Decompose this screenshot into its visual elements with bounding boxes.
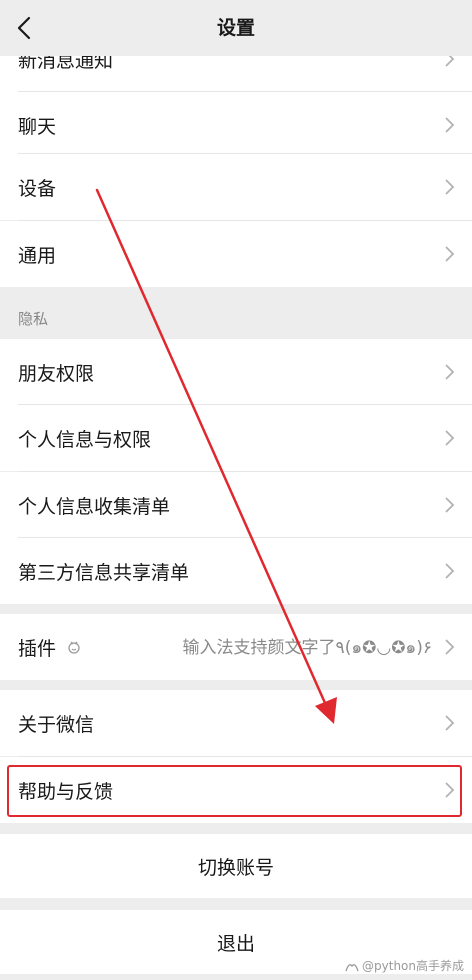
settings-item-label: 朋友权限 bbox=[18, 362, 95, 385]
settings-item-label: 个人信息与权限 bbox=[18, 428, 152, 451]
settings-item-chat[interactable]: 聊天 bbox=[0, 92, 472, 158]
watermark-text: @python高手养成 bbox=[362, 959, 464, 973]
chevron-right-icon bbox=[445, 246, 455, 262]
settings-item-friend-permissions[interactable]: 朋友权限 bbox=[0, 339, 472, 405]
settings-item-personal-info-collection[interactable]: 个人信息收集清单 bbox=[0, 472, 472, 538]
settings-item-label: 通用 bbox=[18, 244, 57, 267]
chevron-right-icon bbox=[445, 497, 455, 513]
settings-item-label: 帮助与反馈 bbox=[18, 780, 114, 803]
chevron-right-icon bbox=[445, 179, 455, 195]
chevron-right-icon bbox=[445, 715, 455, 731]
settings-item-label: 第三方信息共享清单 bbox=[18, 561, 190, 584]
settings-item-label: 关于微信 bbox=[18, 713, 95, 736]
navigation-bar: 设置 bbox=[0, 0, 472, 56]
plugin-icon bbox=[68, 641, 80, 654]
settings-item-help-feedback[interactable]: 帮助与反馈 bbox=[0, 757, 472, 823]
section-header-label: 隐私 bbox=[18, 310, 49, 328]
section-header-privacy: 隐私 bbox=[0, 287, 472, 339]
watermark: @python高手养成 bbox=[345, 957, 464, 974]
page-title: 设置 bbox=[216, 17, 255, 39]
logout-label: 退出 bbox=[216, 932, 255, 955]
settings-item-personal-info-permissions[interactable]: 个人信息与权限 bbox=[0, 405, 472, 471]
settings-item-devices[interactable]: 设备 bbox=[0, 154, 472, 220]
plugins-status-text: 输入法支持颜文字了٩(๑✪◡✪๑)۶ bbox=[182, 638, 432, 658]
chevron-right-icon bbox=[445, 782, 455, 798]
settings-item-plugins[interactable]: 插件 输入法支持颜文字了٩(๑✪◡✪๑)۶ bbox=[0, 614, 472, 680]
settings-item-general[interactable]: 通用 bbox=[0, 221, 472, 287]
settings-item-label: 聊天 bbox=[18, 115, 57, 138]
settings-item-label: 个人信息收集清单 bbox=[18, 495, 171, 518]
chevron-right-icon bbox=[445, 117, 455, 133]
watermark-logo-icon bbox=[345, 963, 359, 971]
settings-item-label: 插件 bbox=[18, 637, 57, 660]
chevron-right-icon bbox=[445, 639, 455, 655]
switch-account-button[interactable]: 切换账号 bbox=[0, 834, 472, 898]
chevron-right-icon bbox=[445, 364, 455, 380]
settings-item-about-wechat[interactable]: 关于微信 bbox=[0, 690, 472, 756]
chevron-right-icon bbox=[445, 430, 455, 446]
switch-account-label: 切换账号 bbox=[197, 856, 274, 879]
settings-item-label: 设备 bbox=[18, 177, 57, 200]
chevron-right-icon bbox=[445, 563, 455, 579]
settings-item-third-party-sharing[interactable]: 第三方信息共享清单 bbox=[0, 538, 472, 604]
